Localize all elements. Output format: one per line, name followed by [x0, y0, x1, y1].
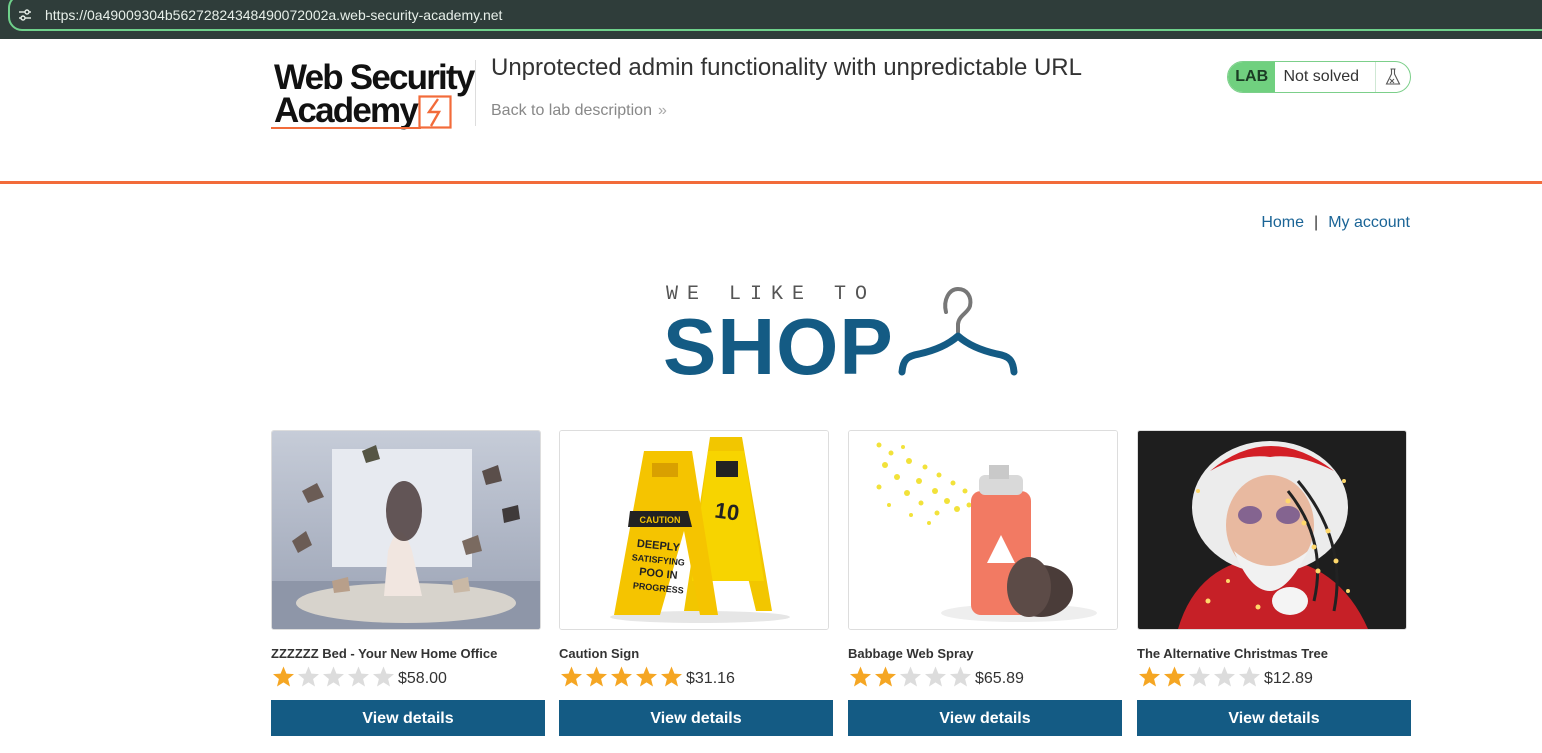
star-filled-icon: [636, 666, 657, 687]
star-empty-icon: [373, 666, 394, 687]
product-card: Babbage Web Spray $65.89 View details: [848, 430, 1122, 736]
double-chevron-right-icon: »: [657, 102, 667, 119]
hero-title: SHOP: [663, 302, 894, 391]
star-filled-icon: [611, 666, 632, 687]
star-empty-icon: [900, 666, 921, 687]
url-text[interactable]: https://0a49009304b56272824348490072002a…: [45, 7, 502, 23]
product-price: $65.89: [975, 669, 1024, 687]
logo-underline: [271, 127, 421, 129]
clothes-hanger-icon: [898, 286, 1018, 376]
star-empty-icon: [950, 666, 971, 687]
view-details-button[interactable]: View details: [1137, 700, 1411, 736]
lab-status-badge: LAB Not solved: [1227, 61, 1411, 93]
product-price: $31.16: [686, 669, 735, 687]
star-rating: [848, 665, 973, 688]
product-card: The Alternative Christmas Tree $12.89 Vi…: [1137, 430, 1411, 736]
my-account-link[interactable]: My account: [1328, 214, 1410, 231]
product-name: Babbage Web Spray: [848, 646, 974, 661]
star-empty-icon: [1214, 666, 1235, 687]
star-empty-icon: [1239, 666, 1260, 687]
view-details-button[interactable]: View details: [271, 700, 545, 736]
star-filled-icon: [661, 666, 682, 687]
star-filled-icon: [875, 666, 896, 687]
product-price: $58.00: [398, 669, 447, 687]
product-image-bed: [271, 430, 541, 630]
browser-url-bar: https://0a49009304b56272824348490072002a…: [0, 0, 1542, 39]
home-link[interactable]: Home: [1261, 214, 1304, 231]
product-name: Caution Sign: [559, 646, 640, 661]
svg-text:10: 10: [713, 497, 741, 525]
logo-text-line2: Academy: [274, 91, 419, 130]
product-image-web-spray: [848, 430, 1118, 630]
view-details-button[interactable]: View details: [559, 700, 833, 736]
status-text: Not solved: [1275, 62, 1377, 92]
product-name: The Alternative Christmas Tree: [1137, 646, 1328, 661]
star-empty-icon: [298, 666, 319, 687]
back-to-description-link[interactable]: Back to lab description »: [491, 102, 667, 120]
product-image-christmas-tree: [1137, 430, 1407, 630]
product-card: ZZZZZZ Bed - Your New Home Office $58.00…: [271, 430, 545, 736]
star-empty-icon: [323, 666, 344, 687]
site-settings-icon[interactable]: [18, 8, 32, 22]
product-price: $12.89: [1264, 669, 1313, 687]
back-link-label: Back to lab description: [491, 102, 652, 119]
academy-logo[interactable]: Web Security Academy: [271, 60, 476, 134]
logo-text-line1: Web Security: [274, 58, 475, 97]
nav-separator: |: [1314, 214, 1319, 231]
flask-icon: [1376, 62, 1410, 92]
top-navigation: Home | My account: [1261, 214, 1410, 232]
star-filled-icon: [1164, 666, 1185, 687]
view-details-button[interactable]: View details: [848, 700, 1122, 736]
product-card: 10 CAUTION DEEPLY SATISFYING POO IN PROG…: [559, 430, 833, 736]
star-empty-icon: [1189, 666, 1210, 687]
lab-tag: LAB: [1228, 62, 1276, 92]
lab-title: Unprotected admin functionality with unp…: [491, 54, 1082, 81]
star-filled-icon: [586, 666, 607, 687]
header-accent-line: [0, 181, 1542, 184]
star-filled-icon: [561, 666, 582, 687]
star-filled-icon: [273, 666, 294, 687]
svg-text:CAUTION: CAUTION: [640, 515, 681, 525]
star-rating: [559, 665, 684, 688]
header-divider: [475, 60, 476, 126]
star-filled-icon: [1139, 666, 1160, 687]
lightning-bolt-icon: [418, 95, 452, 129]
star-filled-icon: [850, 666, 871, 687]
star-rating: [1137, 665, 1262, 688]
star-rating: [271, 665, 396, 688]
star-empty-icon: [348, 666, 369, 687]
product-image-caution-sign: 10 CAUTION DEEPLY SATISFYING POO IN PROG…: [559, 430, 829, 630]
star-empty-icon: [925, 666, 946, 687]
product-name: ZZZZZZ Bed - Your New Home Office: [271, 646, 498, 661]
